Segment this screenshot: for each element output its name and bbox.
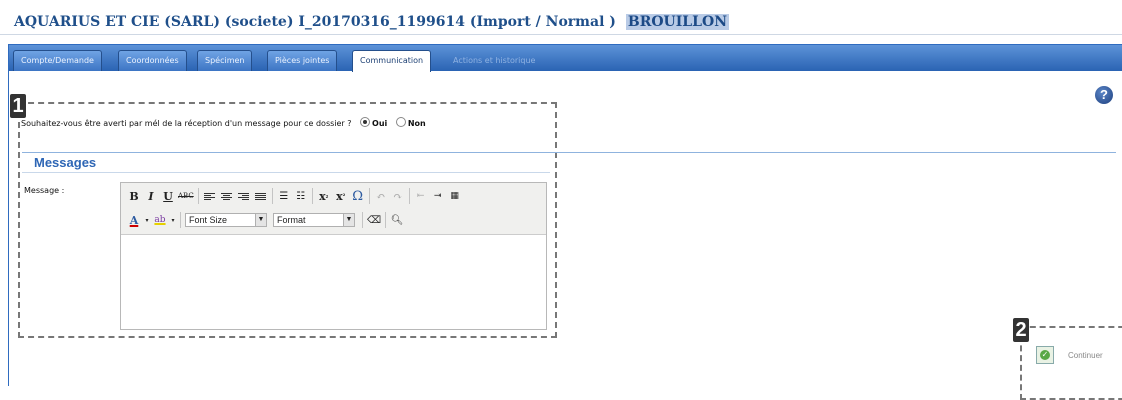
section-divider [22, 152, 1116, 153]
title-bar: AQUARIUS ET CIE (SARL) (societe) I_20170… [0, 0, 1122, 35]
outdent-icon[interactable]: ⇤ [414, 188, 428, 204]
callout-number-2: 2 [1013, 318, 1029, 342]
italic-icon[interactable]: I [144, 188, 158, 204]
align-left-icon[interactable] [203, 188, 217, 204]
indent-icon[interactable]: ⇥ [431, 188, 445, 204]
chevron-down-icon: ▼ [343, 214, 354, 226]
tab-pieces-jointes[interactable]: Pièces jointes [267, 50, 338, 71]
radio-oui[interactable] [360, 117, 371, 127]
redo-icon[interactable]: ↷ [391, 188, 405, 204]
editor-toolbar: B I U ABC ☰ ☷ x₂ x² Ω ↶ ↷ ⇤ ⇥ ▦ A ▾ ab ▾… [121, 183, 546, 235]
highlight-color-icon[interactable]: ab [153, 212, 167, 228]
numbered-list-icon[interactable]: ☷ [294, 188, 308, 204]
bold-icon[interactable]: B [127, 188, 141, 204]
strikethrough-icon[interactable]: ABC [178, 188, 194, 204]
align-center-icon[interactable] [220, 188, 234, 204]
align-justify-icon[interactable] [254, 188, 268, 204]
radio-non-label[interactable]: Non [408, 119, 426, 128]
tab-bar: Compte/Demande Coordonnées Spécimen Pièc… [9, 45, 1122, 72]
continue-label: Continuer [1068, 350, 1103, 360]
tab-actions-historique: Actions et historique [453, 56, 536, 65]
subscript-icon[interactable]: x₂ [317, 188, 331, 204]
radio-oui-label[interactable]: Oui [372, 119, 387, 128]
superscript-icon[interactable]: x² [334, 188, 348, 204]
bullet-list-icon[interactable]: ☰ [277, 188, 291, 204]
continue-button[interactable]: ✓ Continuer [1036, 346, 1103, 364]
messages-section-title: Messages [34, 155, 97, 170]
tab-coordonnees[interactable]: Coordonnées [118, 50, 187, 71]
status-badge: BROUILLON [625, 14, 729, 30]
undo-icon[interactable]: ↶ [374, 188, 388, 204]
underline-icon[interactable]: U [161, 188, 175, 204]
special-char-icon[interactable]: Ω [351, 188, 365, 204]
message-editor-body[interactable] [121, 235, 546, 329]
eraser-icon[interactable]: ⌫ [367, 212, 381, 228]
dossier-title: AQUARIUS ET CIE (SARL) (societe) I_20170… [14, 14, 616, 30]
question-mark-icon[interactable]: ? [1095, 86, 1113, 104]
font-size-select[interactable]: Font Size ▼ [185, 213, 267, 227]
tab-compte-demande[interactable]: Compte/Demande [13, 50, 102, 71]
chevron-down-icon[interactable]: ▾ [144, 212, 150, 228]
tab-specimen[interactable]: Spécimen [197, 50, 253, 71]
font-size-value: Font Size [189, 215, 228, 225]
question-text: Souhaitez-vous être averti par mél de la… [21, 119, 352, 128]
check-circle-icon: ✓ [1036, 346, 1054, 364]
message-label: Message : [24, 186, 65, 195]
format-select[interactable]: Format ▼ [273, 213, 355, 227]
rich-text-editor: B I U ABC ☰ ☷ x₂ x² Ω ↶ ↷ ⇤ ⇥ ▦ A ▾ ab ▾… [120, 182, 547, 330]
date-icon[interactable]: ▦ [448, 188, 462, 204]
callout-number-1: 1 [10, 94, 26, 118]
radio-non[interactable] [395, 117, 406, 127]
format-value: Format [277, 215, 306, 225]
align-right-icon[interactable] [237, 188, 251, 204]
chevron-down-icon: ▼ [255, 214, 266, 226]
text-color-icon[interactable]: A [127, 212, 141, 228]
preview-icon[interactable]: 🔍︎ [390, 212, 404, 228]
section-underline [22, 172, 550, 173]
tab-communication[interactable]: Communication [352, 50, 432, 72]
page-title: AQUARIUS ET CIE (SARL) (societe) I_20170… [14, 14, 729, 30]
chevron-down-icon[interactable]: ▾ [170, 212, 176, 228]
notification-question: Souhaitez-vous être averti par mél de la… [21, 117, 426, 128]
